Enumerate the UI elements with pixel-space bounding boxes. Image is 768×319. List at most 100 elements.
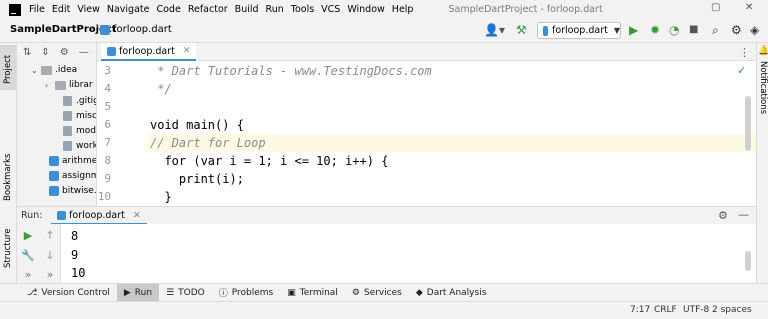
hide-panel-icon[interactable]: — bbox=[738, 208, 749, 221]
tool-dart-analysis[interactable]: ◆ Dart Analysis bbox=[409, 284, 494, 302]
editor-tab-label: forloop.dart bbox=[119, 45, 175, 57]
coverage-icon[interactable]: ◔ bbox=[669, 22, 679, 38]
editor-tab-forloop[interactable]: forloop.dart ✕ bbox=[101, 43, 197, 61]
tool-services[interactable]: ⚙ Services bbox=[345, 284, 409, 302]
bookmarks-tool-label[interactable]: Bookmarks bbox=[3, 154, 13, 202]
tree-item-idea[interactable]: ⌄ .idea bbox=[31, 63, 77, 77]
project-tool-label[interactable]: Project bbox=[3, 55, 13, 84]
close-window-icon[interactable]: ✕ bbox=[745, 2, 753, 13]
run-panel-title: Run: bbox=[21, 210, 43, 221]
chevron-down-icon: ▼ bbox=[613, 26, 620, 35]
menu-navigate[interactable]: Navigate bbox=[107, 4, 150, 15]
menu-view[interactable]: View bbox=[77, 4, 100, 15]
tree-item-modules[interactable]: modu bbox=[63, 124, 96, 138]
structure-tool-label[interactable]: Structure bbox=[3, 228, 13, 268]
menu-run[interactable]: Run bbox=[266, 4, 284, 15]
menu-code[interactable]: Code bbox=[156, 4, 180, 15]
indent-setting[interactable]: 2 spaces bbox=[712, 305, 752, 315]
menu-help[interactable]: Help bbox=[392, 4, 414, 15]
breadcrumb-file[interactable]: forloop.dart bbox=[113, 24, 172, 35]
run-settings-gear-icon[interactable]: ⚙ bbox=[718, 209, 728, 222]
close-tab-icon[interactable]: ✕ bbox=[183, 46, 191, 56]
editor-scrollbar-thumb[interactable] bbox=[745, 96, 751, 151]
tree-item-label: misc. bbox=[76, 111, 97, 121]
collapse-all-icon[interactable]: ⇅ bbox=[23, 47, 31, 58]
run-scroll-toolbar: ↑ ↓ » bbox=[39, 224, 61, 283]
window-title: SampleDartProject - forloop.dart bbox=[448, 4, 603, 15]
project-panel-header: ⇅ ⇕ ⚙ — bbox=[17, 43, 96, 61]
file-icon bbox=[63, 126, 72, 136]
notifications-bell-icon[interactable]: 🔔 bbox=[758, 46, 768, 56]
gear-icon: ⚙ bbox=[351, 287, 360, 298]
hide-panel-icon[interactable]: — bbox=[79, 47, 89, 58]
no-problems-check-icon[interactable]: ✓ bbox=[737, 64, 746, 77]
tool-window-bar: ⎇ Version Control ▶ Run ☰ TODO ⓘ Problem… bbox=[0, 283, 768, 302]
tree-item-gitignore[interactable]: .gitig bbox=[63, 94, 96, 108]
file-icon bbox=[63, 141, 72, 151]
dart-file-icon bbox=[543, 25, 548, 36]
tool-terminal[interactable]: ▣ Terminal bbox=[280, 284, 345, 302]
run-configuration-select[interactable]: forloop.dart ▼ bbox=[537, 22, 621, 39]
tree-item-misc[interactable]: misc. bbox=[63, 109, 97, 123]
code-editor[interactable]: 3 4 5 6 7 8 9 10 * Dart Tutorials - www.… bbox=[97, 61, 756, 206]
menu-window[interactable]: Window bbox=[347, 4, 384, 15]
tree-item-arithmetic[interactable]: arithmeti bbox=[49, 154, 96, 168]
restore-window-icon[interactable]: ▢ bbox=[711, 2, 720, 13]
run-tab-forloop[interactable]: forloop.dart ✕ bbox=[51, 207, 147, 225]
editor-tab-bar: forloop.dart ✕ ⋮ bbox=[97, 43, 768, 61]
tree-item-label: .idea bbox=[55, 65, 78, 75]
line-number-gutter: 3 4 5 6 7 8 9 10 bbox=[97, 61, 147, 206]
run-icon[interactable]: ▶ bbox=[629, 22, 638, 38]
stop-icon[interactable]: ■ bbox=[689, 22, 698, 38]
tree-item-assignment[interactable]: assignme bbox=[49, 169, 96, 183]
ide-logo-icon[interactable]: ◈ bbox=[750, 22, 759, 38]
app-logo-icon bbox=[9, 3, 21, 16]
menu-tools[interactable]: Tools bbox=[291, 4, 314, 15]
arrow-down-icon[interactable]: ↓ bbox=[42, 249, 58, 262]
folder-icon bbox=[41, 65, 52, 75]
build-hammer-icon[interactable]: ⚒ bbox=[516, 22, 527, 38]
caret-position[interactable]: 7:17 bbox=[630, 305, 650, 315]
menu-file[interactable]: File bbox=[29, 4, 45, 15]
navigation-toolbar: SampleDartProject › forloop.dart 👤▾ ⚒ fo… bbox=[0, 19, 768, 43]
tree-item-workspace[interactable]: work bbox=[63, 139, 96, 153]
line-ending[interactable]: CRLF bbox=[654, 305, 677, 315]
more-actions-icon[interactable]: » bbox=[42, 268, 58, 281]
line-number: 7 bbox=[104, 136, 111, 149]
more-options-icon[interactable]: ⋮ bbox=[739, 46, 750, 59]
close-tab-icon[interactable]: ✕ bbox=[133, 210, 141, 221]
tool-problems[interactable]: ⓘ Problems bbox=[212, 284, 281, 302]
debug-icon[interactable]: ✹ bbox=[650, 22, 660, 38]
rerun-icon[interactable]: ▶ bbox=[20, 229, 36, 242]
settings-gear-icon[interactable]: ⚙ bbox=[731, 22, 742, 38]
tool-todo[interactable]: ☰ TODO bbox=[159, 284, 212, 302]
run-configuration-label: forloop.dart bbox=[551, 25, 608, 36]
panel-settings-icon[interactable]: ⚙ bbox=[60, 47, 69, 58]
search-icon[interactable]: ⌕ bbox=[712, 22, 719, 38]
tool-version-control[interactable]: ⎇ Version Control bbox=[20, 284, 117, 302]
dart-icon: ◆ bbox=[415, 287, 423, 298]
menu-build[interactable]: Build bbox=[235, 4, 259, 15]
notifications-tool-label[interactable]: Notifications bbox=[758, 61, 768, 114]
tool-label: Dart Analysis bbox=[426, 287, 487, 298]
more-actions-icon[interactable]: » bbox=[20, 268, 36, 281]
tool-label: TODO bbox=[178, 287, 205, 298]
user-icon[interactable]: 👤▾ bbox=[484, 22, 505, 38]
tool-label: Version Control bbox=[41, 287, 110, 298]
menu-vcs[interactable]: VCS bbox=[321, 4, 340, 15]
run-console[interactable]: 8 9 10 bbox=[61, 224, 756, 283]
tree-item-label: modu bbox=[76, 126, 96, 136]
dart-file-icon bbox=[49, 156, 59, 166]
arrow-up-icon[interactable]: ↑ bbox=[42, 229, 58, 242]
expand-icon[interactable]: ⇕ bbox=[41, 47, 49, 58]
code-line: print(i); bbox=[150, 172, 244, 186]
menu-edit[interactable]: Edit bbox=[52, 4, 70, 15]
console-output-line: 9 bbox=[71, 248, 79, 262]
tree-item-libraries[interactable]: › librar bbox=[45, 78, 93, 92]
console-scrollbar-thumb[interactable] bbox=[745, 251, 751, 271]
menu-refactor[interactable]: Refactor bbox=[188, 4, 228, 15]
tree-item-bitwise[interactable]: bitwise.d bbox=[49, 184, 96, 198]
tool-run[interactable]: ▶ Run bbox=[116, 283, 160, 302]
file-encoding[interactable]: UTF-8 bbox=[683, 305, 709, 315]
wrench-icon[interactable]: 🔧 bbox=[20, 249, 36, 262]
